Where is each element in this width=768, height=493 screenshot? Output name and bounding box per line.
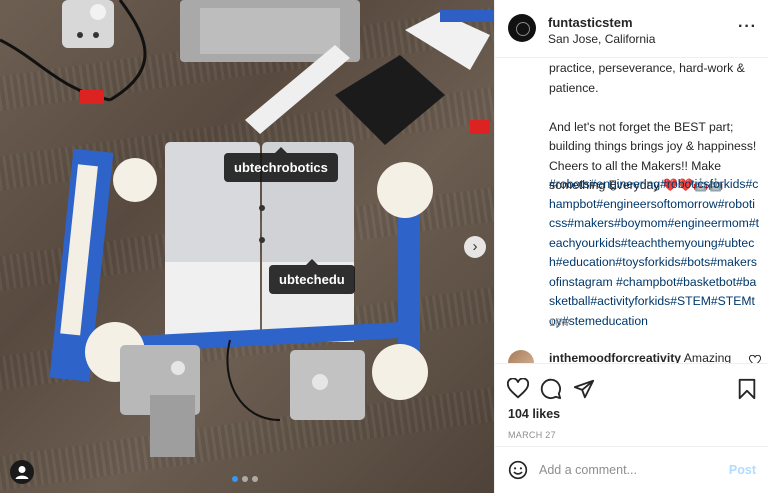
comments-scroll-area[interactable]: practice, perseverance, hard-work & pati… bbox=[495, 59, 768, 363]
next-photo-button[interactable]: › bbox=[464, 236, 486, 258]
like-heart-icon[interactable] bbox=[507, 378, 529, 400]
likes-count[interactable]: 104 likes bbox=[508, 407, 560, 421]
user-tag[interactable]: ubtechedu bbox=[269, 259, 355, 294]
user-tag-label: ubtechrobotics bbox=[234, 160, 328, 175]
post-header: funtasticstem San Jose, California ··· bbox=[495, 0, 768, 58]
commenter-avatar[interactable] bbox=[508, 350, 534, 363]
location-link[interactable]: San Jose, California bbox=[548, 32, 655, 46]
more-options-icon[interactable]: ··· bbox=[738, 18, 757, 36]
save-bookmark-icon[interactable] bbox=[737, 378, 757, 400]
comment-bubble-icon[interactable] bbox=[540, 378, 562, 400]
carousel-dot bbox=[242, 476, 248, 482]
caption-timestamp: 18w bbox=[549, 317, 570, 329]
comment-text: Amazing bbox=[683, 351, 732, 363]
robot-illustration bbox=[0, 0, 494, 457]
like-comment-heart-icon[interactable] bbox=[749, 355, 761, 363]
carousel-dot bbox=[232, 476, 238, 482]
post-photo[interactable]: ubtechrobotics ubtechedu › bbox=[0, 0, 494, 493]
person-icon bbox=[15, 466, 29, 479]
show-tags-button[interactable] bbox=[10, 460, 34, 484]
emoji-icon[interactable] bbox=[508, 460, 528, 480]
share-paper-plane-icon[interactable] bbox=[573, 378, 595, 400]
commenter-username[interactable]: inthemoodforcreativity bbox=[549, 351, 681, 363]
comment-input[interactable] bbox=[539, 457, 719, 483]
chevron-right-icon: › bbox=[472, 238, 478, 255]
user-tag-label: ubtechedu bbox=[279, 272, 345, 287]
avatar[interactable] bbox=[508, 14, 536, 42]
carousel-indicator bbox=[232, 476, 258, 482]
post-comment-button[interactable]: Post bbox=[729, 463, 756, 477]
carousel-dot bbox=[252, 476, 258, 482]
action-bar bbox=[495, 363, 768, 403]
post-details-panel: funtasticstem San Jose, California ··· p… bbox=[494, 0, 768, 493]
comment: inthemoodforcreativity Amazing bbox=[549, 351, 731, 363]
add-comment-bar: Post bbox=[495, 446, 768, 493]
username-link[interactable]: funtasticstem bbox=[548, 15, 633, 30]
caption-hashtags[interactable]: #robots#engineering#roboticsforkids#cham… bbox=[549, 175, 759, 331]
post-date[interactable]: MARCH 27 bbox=[508, 430, 556, 440]
user-tag[interactable]: ubtechrobotics bbox=[224, 147, 338, 182]
